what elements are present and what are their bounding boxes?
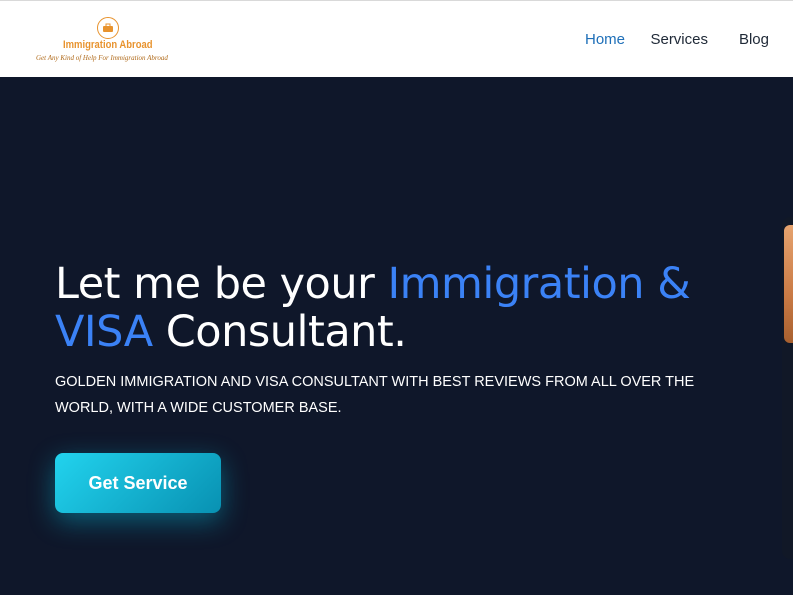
get-service-button[interactable]: Get Service: [55, 453, 221, 513]
logo-emblem-icon: [97, 17, 119, 39]
hero-image-figure: [784, 225, 793, 343]
hero-image: [782, 217, 793, 559]
nav-home-link[interactable]: Home: [585, 31, 625, 48]
nav-blog-link[interactable]: Blog: [739, 31, 769, 48]
hero-section: Let me be your Immigration & VISA Consul…: [0, 77, 793, 595]
site-logo[interactable]: Immigration Abroad Get Any Kind of Help …: [36, 15, 186, 65]
headline-part2: Consultant.: [152, 307, 407, 357]
logo-name: Immigration Abroad: [63, 39, 153, 51]
headline-part1: Let me be your: [55, 259, 388, 309]
logo-tagline: Get Any Kind of Help For Immigration Abr…: [36, 54, 168, 62]
nav-services-link[interactable]: Services: [650, 31, 708, 48]
hero-subtext: GOLDEN IMMIGRATION AND VISA CONSULTANT W…: [55, 374, 695, 416]
site-header: Immigration Abroad Get Any Kind of Help …: [0, 0, 793, 77]
hero-headline: Let me be your Immigration & VISA Consul…: [55, 260, 715, 356]
